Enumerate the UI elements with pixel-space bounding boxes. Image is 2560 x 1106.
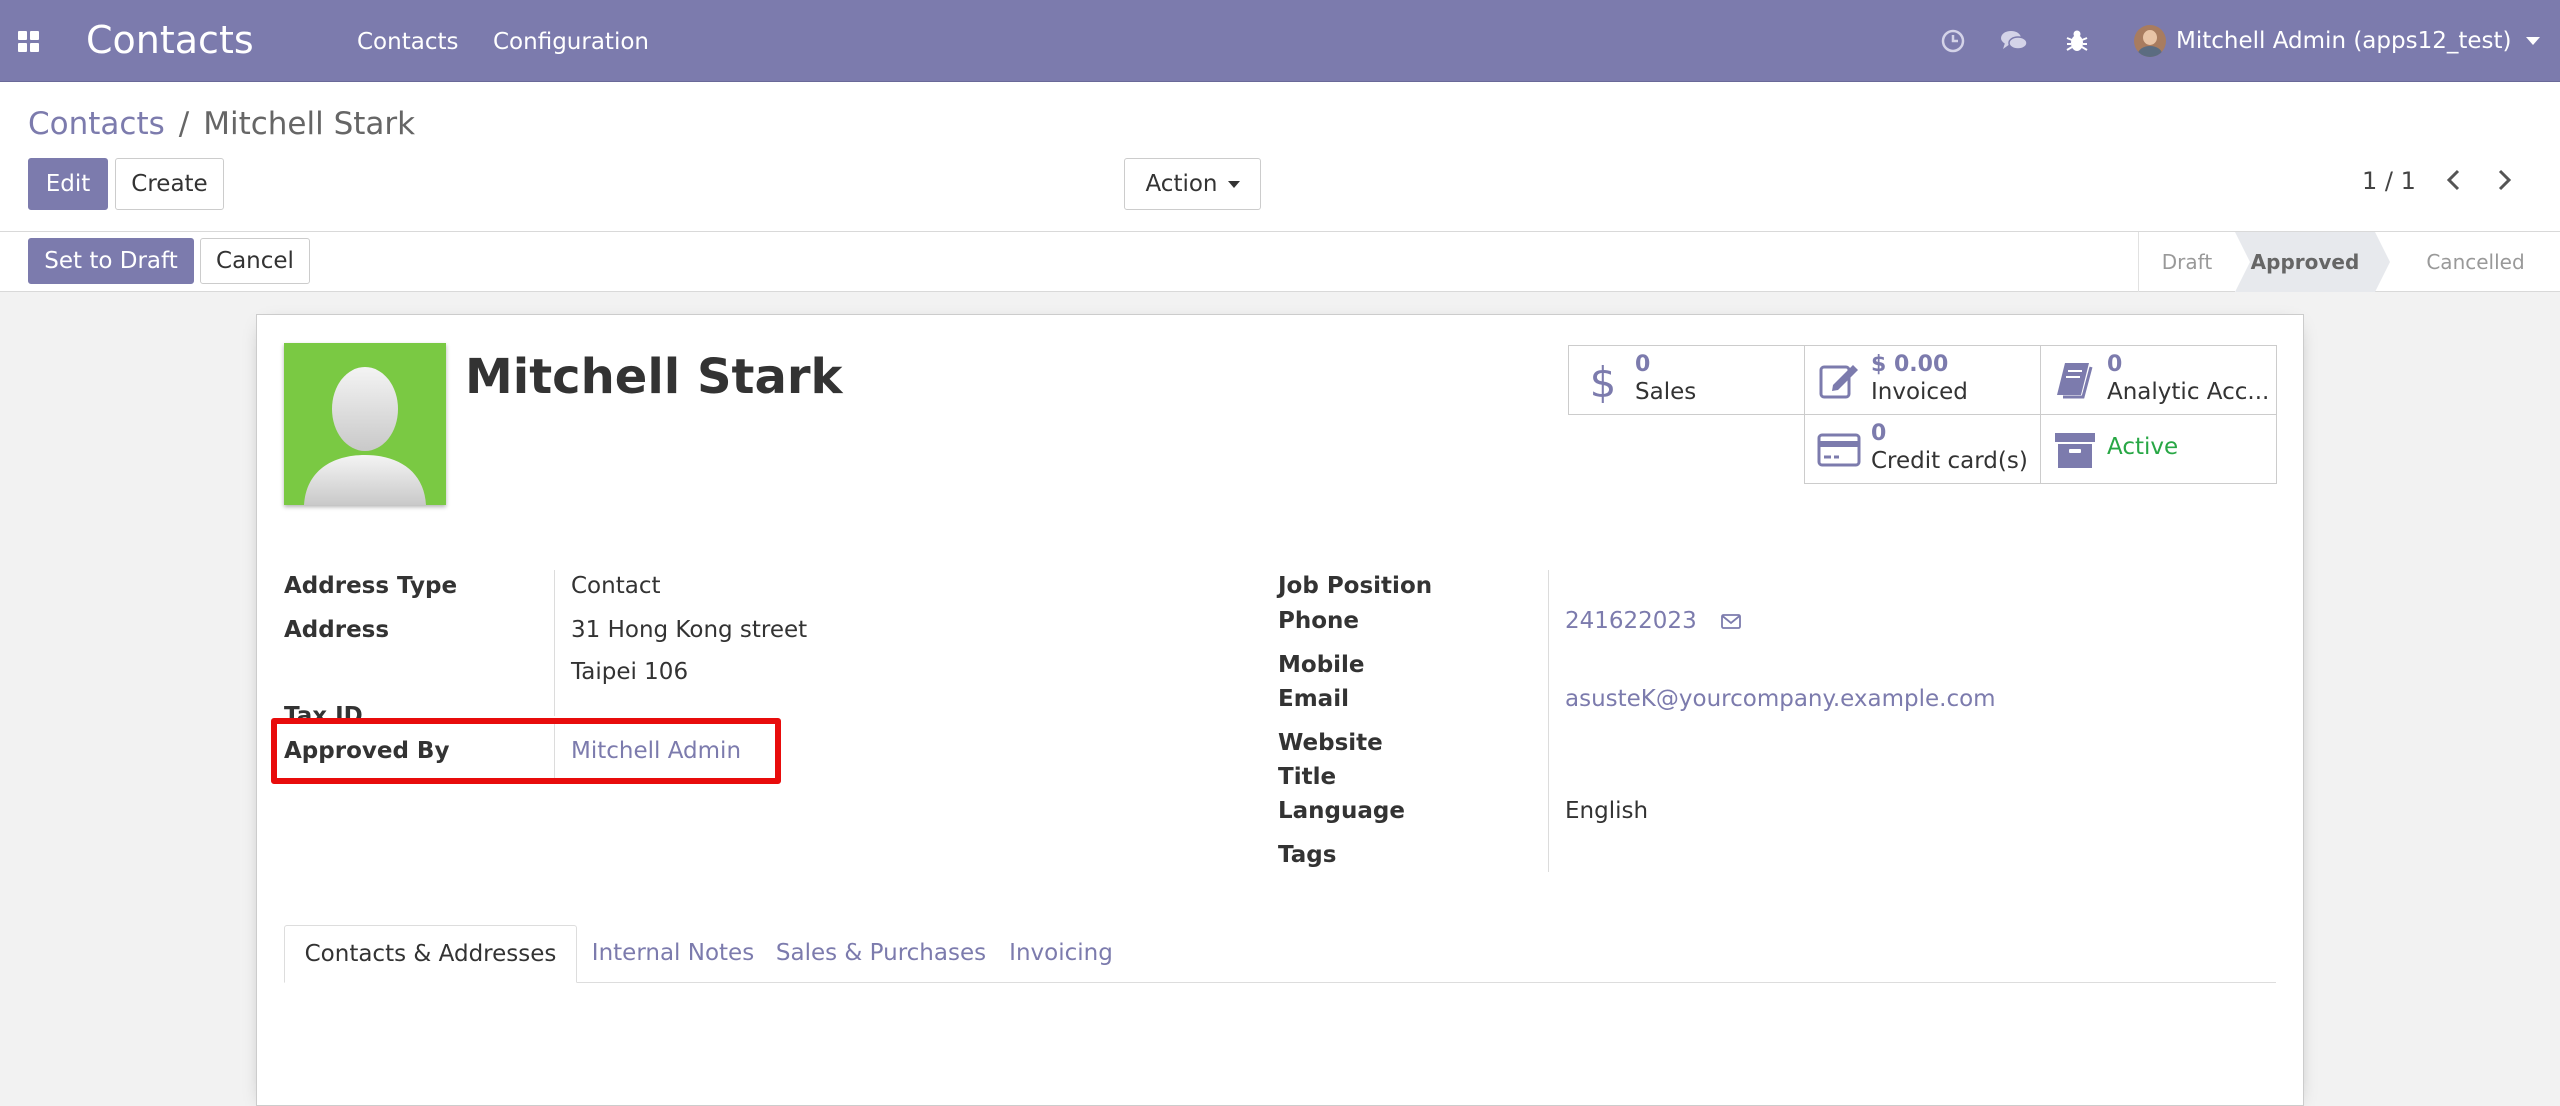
action-dropdown[interactable]: Action [1124,158,1261,210]
sales-count: 0 [1635,352,1651,377]
action-label: Action [1145,171,1218,197]
address-type-label: Address Type [284,573,458,599]
address-type-value: Contact [571,573,661,599]
pager-value[interactable]: 1 / 1 [2362,166,2416,196]
dollar-icon: $ [1590,359,1617,403]
cancel-button[interactable]: Cancel [200,238,310,284]
right-group-divider [1548,570,1549,872]
analytic-label: Analytic Acc... [2107,379,2270,405]
tab-sales-purchases[interactable]: Sales & Purchases [774,925,988,983]
invoiced-amount: $ 0.00 [1871,352,1949,377]
job-position-label: Job Position [1278,573,1433,599]
user-name: Mitchell Admin (apps12_test) [2176,28,2512,54]
website-label: Website [1278,730,1383,756]
mobile-label: Mobile [1278,652,1365,678]
envelope-icon[interactable] [1720,610,1742,632]
apps-grid-icon[interactable] [18,31,40,53]
book-icon [2057,363,2093,399]
caret-down-icon [1227,181,1240,188]
sales-smart-button[interactable]: $ 0 Sales [1568,345,1805,415]
invoiced-smart-button[interactable]: $ 0.00 Invoiced [1804,345,2041,415]
phone-link[interactable]: 241622023 [1565,606,1697,636]
pencil-square-icon [1819,365,1858,399]
pager-next-icon[interactable] [2488,164,2520,196]
stage-approved[interactable]: Approved [2235,232,2390,292]
tax-id-label: Tax ID [284,703,363,729]
notebook-tabs: Contacts & Addresses Internal Notes Sale… [284,925,2276,983]
svg-text:$: $ [1590,359,1617,403]
left-group-divider-lower [554,724,555,780]
person-silhouette-icon [304,367,426,505]
approved-by-label: Approved By [284,738,450,764]
breadcrumb-current: Mitchell Stark [203,106,416,142]
clock-icon[interactable] [1938,26,1968,56]
active-toggle-button[interactable]: Active [2040,414,2277,484]
analytic-accounts-smart-button[interactable]: 0 Analytic Acc... [2040,345,2277,415]
address-label: Address [284,617,390,643]
pager-previous-icon[interactable] [2438,164,2470,196]
address-city-zip: Taipei 106 [571,659,689,685]
top-navbar: Contacts Contacts Configuration Mitchell… [0,0,2560,82]
breadcrumb-separator: / [178,106,190,142]
breadcrumb-contacts[interactable]: Contacts [28,106,165,142]
user-avatar [2134,25,2166,57]
create-button[interactable]: Create [115,158,224,210]
form-statusbar: Set to Draft Cancel Draft Approved Cance… [0,232,2560,292]
credit-cards-smart-button[interactable]: 0 Credit card(s) [1804,414,2041,484]
title-label: Title [1278,764,1337,790]
partner-name: Mitchell Stark [465,349,843,405]
stage-draft[interactable]: Draft [2139,232,2235,292]
status-stages: Draft Approved Cancelled [2138,232,2560,292]
approved-by-link[interactable]: Mitchell Admin [571,736,741,766]
phone-label: Phone [1278,608,1360,634]
set-to-draft-button[interactable]: Set to Draft [28,238,194,284]
tags-label: Tags [1278,842,1337,868]
edit-button[interactable]: Edit [28,158,108,210]
menu-contacts[interactable]: Contacts [357,27,458,57]
user-menu[interactable]: Mitchell Admin (apps12_test) [2134,23,2540,59]
active-status: Active [2107,434,2179,460]
tab-contacts-addresses[interactable]: Contacts & Addresses [284,925,577,983]
language-label: Language [1278,798,1405,824]
left-group-divider [554,570,555,716]
sales-label: Sales [1635,379,1697,405]
chat-icon[interactable] [1999,26,2029,56]
credit-cards-count: 0 [1871,421,1887,446]
bug-icon[interactable] [2062,26,2092,56]
caret-down-icon [2525,37,2540,45]
app-brand[interactable]: Contacts [86,16,254,64]
email-label: Email [1278,686,1349,712]
analytic-count: 0 [2107,352,2123,377]
credit-card-icon [1817,433,1861,467]
menu-configuration[interactable]: Configuration [493,27,649,57]
tab-invoicing[interactable]: Invoicing [1002,925,1120,983]
breadcrumb: Contacts / Mitchell Stark [28,104,415,144]
archive-box-icon [2055,433,2095,468]
stage-cancelled[interactable]: Cancelled [2390,232,2560,292]
contact-avatar-placeholder[interactable] [284,343,446,505]
address-street: 31 Hong Kong street [571,617,808,643]
language-value: English [1565,798,1649,824]
email-link[interactable]: asusteK@yourcompany.example.com [1565,684,1996,714]
invoiced-label: Invoiced [1871,379,1968,405]
control-panel: Contacts / Mitchell Stark Edit Create Acti… [0,82,2560,232]
tab-internal-notes[interactable]: Internal Notes [586,925,760,983]
credit-cards-label: Credit card(s) [1871,448,2028,474]
